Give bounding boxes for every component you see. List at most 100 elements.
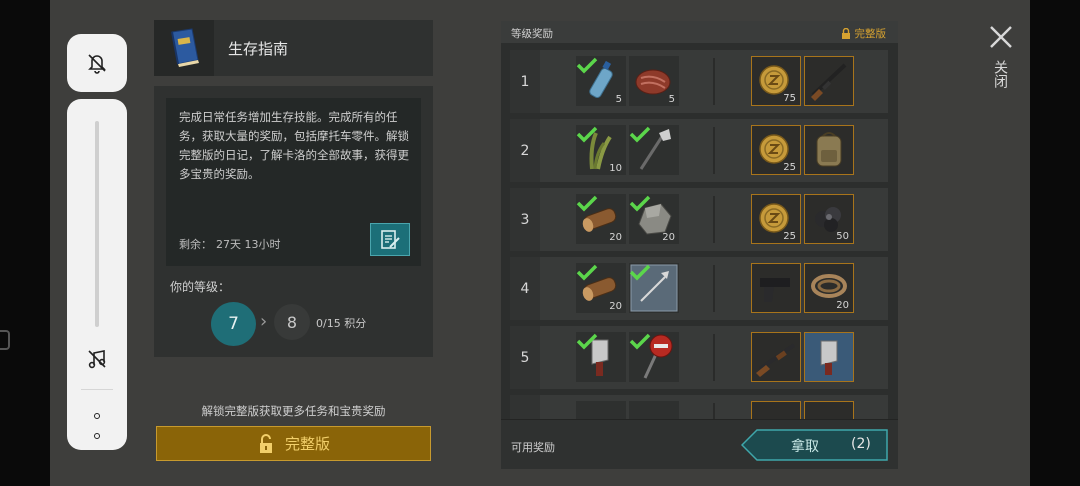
guide-title: 生存指南 — [228, 40, 289, 58]
reward-row: 3 20 20 25 50 — [510, 188, 888, 251]
current-level-badge: 7 — [211, 302, 256, 346]
row-divider — [713, 196, 715, 243]
lock-icon — [841, 28, 850, 39]
reward-slot[interactable] — [629, 263, 679, 313]
reward-quantity: 75 — [783, 93, 796, 104]
rifle-icon — [811, 63, 847, 101]
reward-slot[interactable]: 5 — [576, 56, 626, 106]
row-divider — [713, 334, 715, 381]
screen-bezel-left — [0, 0, 50, 486]
rewards-footer: 可用奖励 拿取 (2) — [501, 419, 898, 469]
book-icon — [171, 28, 199, 67]
level-rewards-panel: 等级奖励 完整版 1 5 5 75 2 10 25 3 20 20 25 50 … — [501, 21, 898, 469]
reward-slot[interactable]: 20 — [629, 194, 679, 244]
journal-button[interactable] — [370, 223, 410, 256]
reward-quantity: 25 — [783, 231, 796, 242]
row-level-number: 1 — [510, 50, 540, 113]
more-options-button[interactable] — [91, 413, 103, 439]
remaining-label: 剩余： — [179, 238, 212, 251]
premium-reward-slot[interactable] — [804, 56, 854, 106]
row-level-number: 2 — [510, 119, 540, 182]
checkmark-icon — [576, 126, 598, 143]
premium-reward-slot[interactable]: 20 — [804, 263, 854, 313]
volume-slider[interactable] — [95, 121, 99, 327]
reward-row: 4 20 20 — [510, 257, 888, 320]
unlock-button-label: 完整版 — [284, 435, 330, 453]
unlock-icon — [259, 433, 272, 453]
premium-reward-slot[interactable] — [804, 332, 854, 382]
guide-book-icon-box — [154, 20, 214, 76]
reward-quantity: 5 — [668, 94, 675, 105]
journal-edit-icon — [381, 229, 400, 249]
remaining-value: 27天 13小时 — [216, 238, 281, 251]
checkmark-icon — [629, 195, 651, 212]
mute-toggle-button[interactable] — [67, 34, 127, 92]
premium-label: 完整版 — [854, 28, 887, 40]
reward-row: 2 10 25 — [510, 119, 888, 182]
reward-quantity: 20 — [662, 232, 675, 243]
checkmark-icon — [576, 333, 598, 350]
reward-quantity: 20 — [836, 300, 849, 311]
reward-quantity: 25 — [783, 162, 796, 173]
next-level-badge: 8 — [274, 304, 310, 340]
checkmark-icon — [576, 57, 598, 74]
rewards-header: 等级奖励 完整版 — [501, 21, 898, 43]
more-dot-icon — [94, 433, 100, 439]
cleaver-blueprint-icon — [820, 340, 838, 375]
close-icon — [990, 26, 1012, 48]
premium-reward-slot[interactable] — [751, 263, 801, 313]
checkmark-icon — [576, 264, 598, 281]
row-divider — [713, 265, 715, 312]
row-divider — [713, 127, 715, 174]
reward-slot[interactable]: 20 — [576, 194, 626, 244]
checkmark-icon — [629, 126, 651, 143]
bezel-notch — [0, 330, 10, 350]
reward-slot[interactable] — [576, 332, 626, 382]
bell-off-icon — [88, 54, 106, 74]
close-button[interactable] — [988, 24, 1014, 50]
reward-row: 1 5 5 75 — [510, 50, 888, 113]
checkmark-icon — [629, 264, 651, 281]
claim-count: (2) — [851, 436, 871, 452]
claim-button[interactable]: 拿取 (2) — [740, 429, 888, 461]
panel-divider — [81, 389, 113, 390]
unlock-hint: 解锁完整版获取更多任务和宝贵奖励 — [201, 404, 386, 418]
screen-bezel-right — [1030, 0, 1080, 486]
reward-slot[interactable]: 5 — [629, 56, 679, 106]
guide-header: 生存指南 — [154, 20, 433, 76]
backpack-icon — [816, 132, 842, 167]
premium-reward-slot[interactable] — [751, 332, 801, 382]
shotgun-icon — [756, 343, 796, 377]
music-off-button[interactable] — [83, 345, 111, 373]
guide-description: 完成日常任务增加生存技能。完成所有的任务，获取大量的奖励，包括摩托车零件。解锁完… — [179, 110, 409, 181]
reward-slot[interactable] — [629, 332, 679, 382]
premium-reward-slot[interactable]: 25 — [751, 125, 801, 175]
premium-column-label: 完整版 — [841, 26, 887, 41]
volume-panel — [67, 99, 127, 450]
remaining-time: 剩余： 27天 13小时 — [179, 236, 281, 252]
reward-quantity: 5 — [615, 94, 622, 105]
chevron-right-icon: › — [260, 311, 268, 332]
premium-reward-slot[interactable] — [804, 125, 854, 175]
reward-slot[interactable]: 10 — [576, 125, 626, 175]
level-points: 0/15 积分 — [316, 317, 367, 330]
checkmark-icon — [576, 195, 598, 212]
reward-quantity: 20 — [609, 232, 622, 243]
row-level-number: 3 — [510, 188, 540, 251]
level-label: 你的等级： — [170, 280, 231, 294]
unlock-full-version-button[interactable]: 完整版 — [156, 426, 431, 461]
premium-reward-slot[interactable]: 50 — [804, 194, 854, 244]
reward-slot[interactable]: 20 — [576, 263, 626, 313]
rewards-title: 等级奖励 — [511, 28, 553, 40]
checkmark-icon — [629, 333, 651, 350]
premium-reward-slot[interactable]: 75 — [751, 56, 801, 106]
row-divider — [713, 58, 715, 105]
reward-quantity: 20 — [609, 301, 622, 312]
reward-quantity: 10 — [609, 163, 622, 174]
reward-slot[interactable] — [629, 125, 679, 175]
premium-reward-slot[interactable]: 25 — [751, 194, 801, 244]
description-box: 完成日常任务增加生存技能。完成所有的任务，获取大量的奖励，包括摩托车零件。解锁完… — [166, 98, 421, 266]
row-level-number: 4 — [510, 257, 540, 320]
row-level-number: 5 — [510, 326, 540, 389]
close-label[interactable]: 关闭 — [990, 60, 1010, 88]
